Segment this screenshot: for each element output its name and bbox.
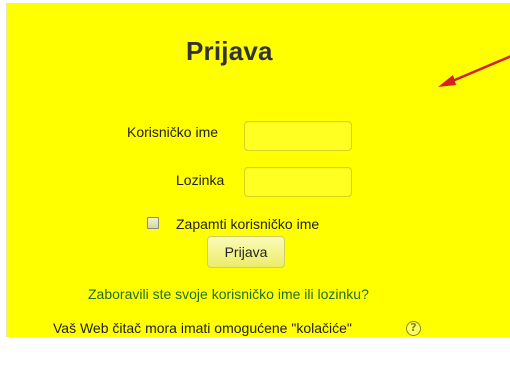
- password-label: Lozinka: [176, 172, 225, 188]
- page: Prijava Korisničko ime Lozinka Zapamti k…: [0, 0, 510, 366]
- remember-username-checkbox[interactable]: [147, 217, 159, 229]
- help-icon[interactable]: ?: [406, 321, 421, 336]
- remember-username-label[interactable]: Zapamti korisničko ime: [176, 216, 319, 232]
- password-input[interactable]: [244, 167, 352, 197]
- arrow-shaft: [449, 55, 510, 84]
- login-button[interactable]: Prijava: [207, 236, 285, 268]
- arrow-head: [438, 75, 456, 87]
- username-input[interactable]: [244, 121, 352, 151]
- forgot-credentials-link[interactable]: Zaboravili ste svoje korisničko ime ili …: [88, 286, 369, 302]
- cookies-notice: Vaš Web čitač mora imati omogućene "kola…: [53, 320, 352, 336]
- red-arrow-icon: [438, 55, 510, 87]
- page-title: Prijava: [186, 36, 273, 66]
- username-label: Korisničko ime: [127, 124, 219, 140]
